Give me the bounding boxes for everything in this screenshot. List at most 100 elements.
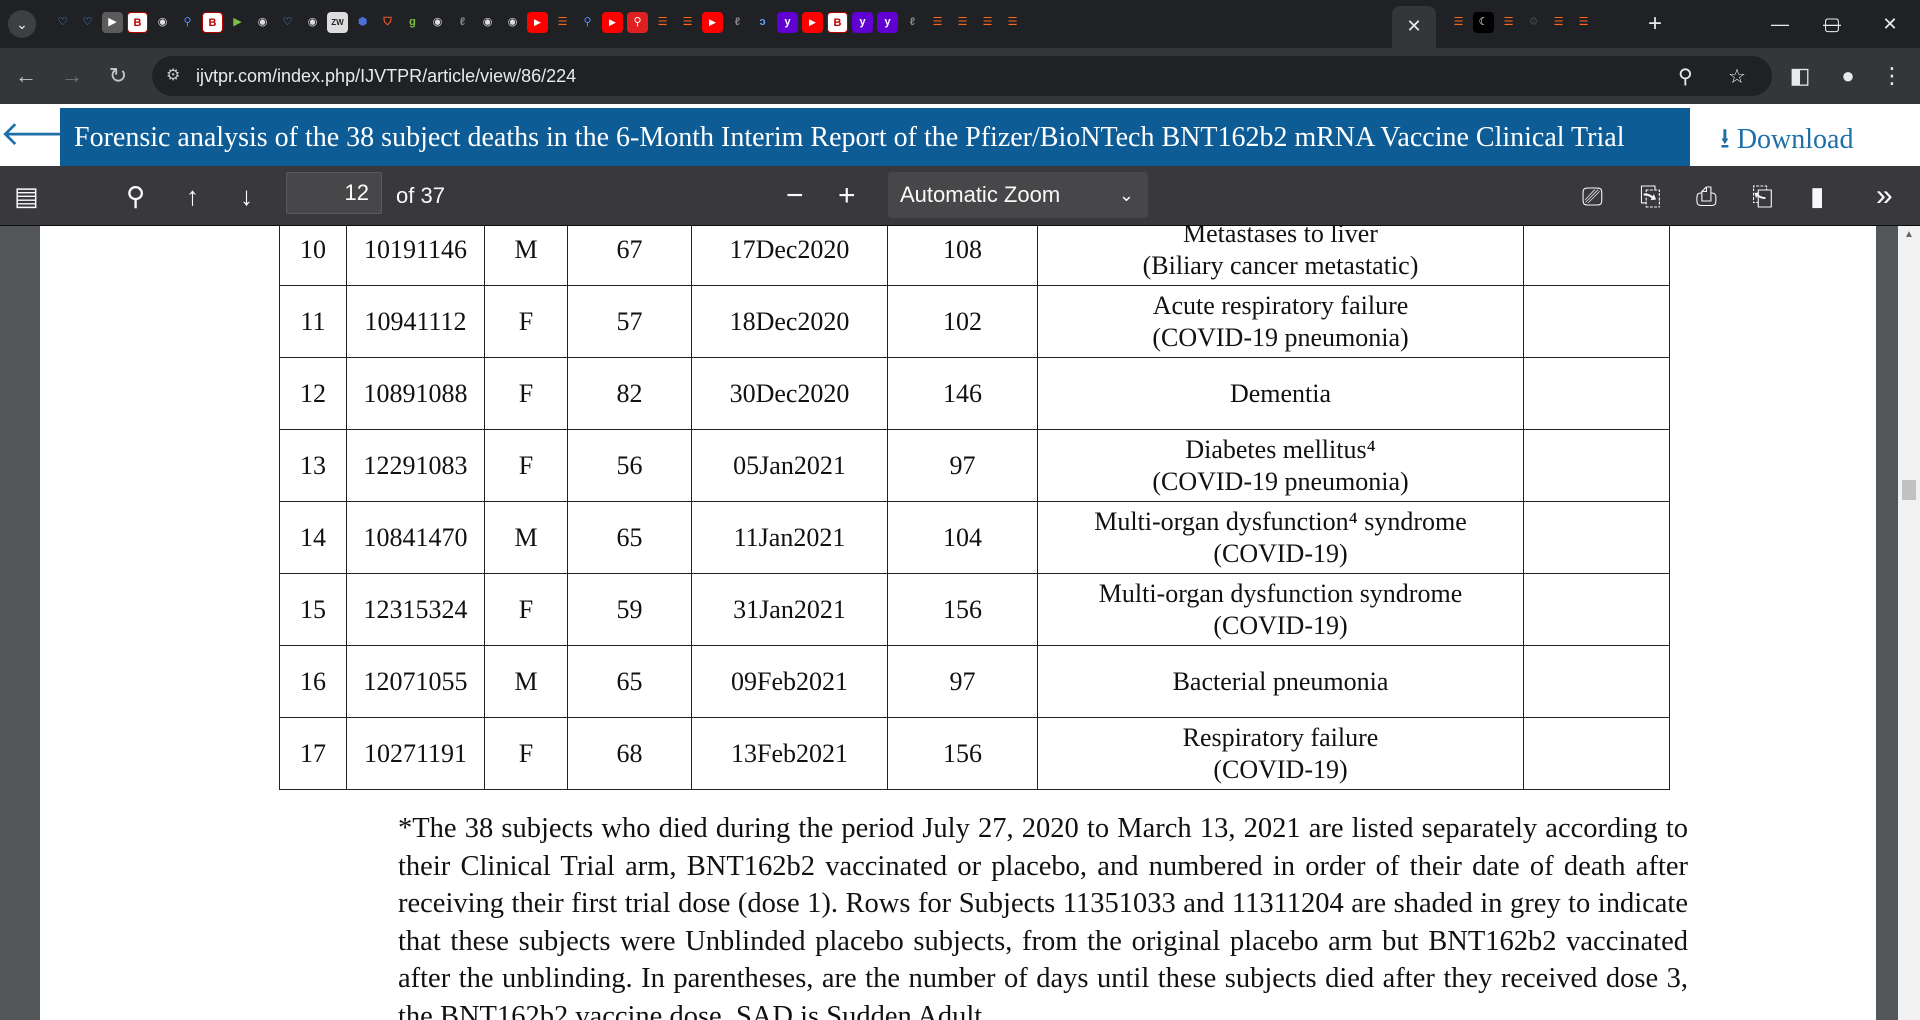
tab-favicon-bi[interactable]: B <box>827 12 848 33</box>
tab-favicon-moon[interactable]: ☾ <box>1473 12 1494 33</box>
table-cell-empty <box>1523 285 1670 358</box>
tab-favicon-bi[interactable]: B <box>127 12 148 33</box>
table-cell-subject: 10941112 <box>346 285 485 358</box>
table-row: 11 10941112 F 57 18Dec2020 102 Acute respirato… <box>279 285 1670 358</box>
tab-favicon-news[interactable]: ZW <box>327 12 348 33</box>
tab-favicon-substack[interactable]: ☰ <box>1573 12 1594 33</box>
tab-favicon-yahoo[interactable]: y <box>852 12 873 33</box>
tab-favicon-substack[interactable]: ☰ <box>1002 12 1023 33</box>
document-viewer[interactable]: 10 10191146 M 67 17Dec2020 108 Metastases to l… <box>0 226 1920 1020</box>
tab-favicon-heart[interactable]: ♡ <box>52 12 73 33</box>
tools-menu-icon[interactable]: » <box>1876 166 1893 226</box>
new-tab-button[interactable]: + <box>1648 8 1662 40</box>
omnibox[interactable]: ⚙ ijvtpr.com/index.php/IJVTPR/article/vi… <box>152 56 1772 96</box>
download-link[interactable]: ⭳ Download <box>1720 118 1853 166</box>
tab-favicon-hex[interactable]: ⬢ <box>352 12 373 33</box>
table-cell-date: 09Feb2021 <box>691 645 888 718</box>
bookmark-star-icon[interactable]: ☆ <box>1728 64 1746 89</box>
table-cell-age: 56 <box>567 429 692 502</box>
cause-primary: Multi-organ dysfunction syndrome <box>1098 578 1463 608</box>
bookmark-icon[interactable]: ▮ <box>1810 166 1824 226</box>
tab-favicon-globe[interactable]: ◉ <box>152 12 173 33</box>
tab-favicon-lit[interactable]: ℓ <box>727 12 748 33</box>
tab-favicon-substack[interactable]: ☰ <box>677 12 698 33</box>
save-icon[interactable]: ⎗ <box>1752 166 1773 226</box>
tab-favicon-substack[interactable]: ☰ <box>1498 12 1519 33</box>
tab-favicon-globe[interactable]: ◉ <box>252 12 273 33</box>
scrollbar-thumb[interactable] <box>1902 480 1916 500</box>
table-cell-subject: 10191146 <box>346 226 485 286</box>
tab-favicon-globe[interactable]: ◉ <box>477 12 498 33</box>
tab-favicon-g[interactable]: g <box>402 12 423 33</box>
tab-favicon-substack[interactable]: ☰ <box>1448 12 1469 33</box>
profile-icon[interactable]: ● <box>1832 60 1864 92</box>
tab-favicon-heart[interactable]: ♡ <box>77 12 98 33</box>
tab-favicon-yahoo[interactable]: y <box>777 12 798 33</box>
zoom-icon[interactable]: ⚲ <box>1678 64 1693 89</box>
previous-page-icon[interactable]: ↑ <box>186 166 199 226</box>
back-arrow-icon[interactable]: 🡐 <box>0 104 91 166</box>
page-number-input[interactable]: 12 <box>286 172 382 214</box>
tab-favicon-substack[interactable]: ☰ <box>952 12 973 33</box>
tab-favicon-substack[interactable]: ☰ <box>552 12 573 33</box>
tab-favicon-globe[interactable]: ◉ <box>302 12 323 33</box>
tab-favicon-shield[interactable]: ⛉ <box>377 12 398 33</box>
tab-favicon-heart[interactable]: ♡ <box>277 12 298 33</box>
article-title: Forensic analysis of the 38 subject deat… <box>74 122 1625 153</box>
sidebar-toggle-icon[interactable]: ▤ <box>14 166 39 226</box>
zoom-out-icon[interactable]: − <box>786 166 804 226</box>
forward-button[interactable]: → <box>56 60 88 92</box>
tab-search-button[interactable]: ⌄ <box>8 10 36 38</box>
tab-favicon-youtube[interactable]: ▶ <box>702 12 723 33</box>
scrollbar-track[interactable] <box>1898 226 1920 1020</box>
tab-favicon-bi[interactable]: B <box>202 12 223 33</box>
tab-favicon-substack[interactable]: ☰ <box>927 12 948 33</box>
tab-close-button[interactable]: ✕ <box>1392 6 1436 48</box>
open-file-icon[interactable]: ⎘ <box>1640 166 1661 226</box>
tab-strip: ⌄ ♡ ♡ ▶ B ◉ ⚲ B ▶ ◉ ♡ ◉ ZW ⬢ ⛉ g ◉ ℓ ◉ ◉… <box>0 0 1920 48</box>
table-cell-days: 108 <box>887 226 1038 286</box>
table-cell-cause: Respiratory failure (COVID-19) <box>1037 717 1524 790</box>
tab-favicon-pin[interactable]: ⚲ <box>627 12 648 33</box>
cause-primary: Respiratory failure <box>1182 722 1379 752</box>
table-cell-sex: F <box>484 429 568 502</box>
table-cell-empty <box>1523 645 1670 718</box>
table-cell-empty <box>1523 357 1670 430</box>
url-text[interactable]: ijvtpr.com/index.php/IJVTPR/article/view… <box>196 66 576 87</box>
tab-favicon-substack[interactable]: ☰ <box>1548 12 1569 33</box>
tab-favicon-search[interactable]: ⚲ <box>577 12 598 33</box>
scroll-up-arrow[interactable]: ▲ <box>1898 226 1920 244</box>
zoom-in-icon[interactable]: + <box>838 166 856 226</box>
tab-favicon-lit[interactable]: ℓ <box>452 12 473 33</box>
table-row: 13 12291083 F 56 05Jan2021 97 Diabetes mellitu… <box>279 429 1670 502</box>
tab-favicon-youtube[interactable]: ▶ <box>802 12 823 33</box>
tab-favicon-globe[interactable]: ◉ <box>502 12 523 33</box>
tab-favicon-lit[interactable]: ℓ <box>902 12 923 33</box>
side-panel-icon[interactable]: ◧ <box>1784 60 1816 92</box>
tab-favicon-substack[interactable]: ☰ <box>652 12 673 33</box>
table-cell-empty <box>1523 501 1670 574</box>
minimize-button[interactable]: — <box>1760 8 1800 40</box>
tab-favicon-substack[interactable]: ☰ <box>977 12 998 33</box>
browser-menu-icon[interactable]: ⋮ <box>1876 60 1908 92</box>
presentation-mode-icon[interactable]: ⎚ <box>1582 166 1603 226</box>
download-icon: ⭳ <box>1720 124 1730 155</box>
tab-favicon-c[interactable]: ↄ <box>752 12 773 33</box>
back-button[interactable]: ← <box>10 60 42 92</box>
site-info-icon[interactable]: ⚙ <box>166 65 180 85</box>
tab-favicon-play[interactable]: ▶ <box>102 12 123 33</box>
tab-favicon-search[interactable]: ⚲ <box>177 12 198 33</box>
print-icon[interactable]: ⎙ <box>1696 166 1717 226</box>
tab-favicon-globe[interactable]: ◉ <box>427 12 448 33</box>
tab-favicon-yahoo[interactable]: y <box>877 12 898 33</box>
tab-favicon-youtube[interactable]: ▶ <box>602 12 623 33</box>
next-page-icon[interactable]: ↓ <box>240 166 253 226</box>
tab-favicon-youtube[interactable]: ▶ <box>527 12 548 33</box>
close-window-button[interactable]: ✕ <box>1870 8 1910 40</box>
find-icon[interactable]: ⚲ <box>126 166 145 226</box>
zoom-select[interactable]: Automatic Zoom ⌄ <box>888 172 1148 218</box>
restore-button[interactable]: ▢ <box>1812 8 1852 40</box>
tab-favicon-gear[interactable]: ⚙ <box>1523 12 1544 33</box>
tab-favicon-rumble[interactable]: ▶ <box>227 12 248 33</box>
reload-button[interactable]: ↻ <box>102 60 134 92</box>
